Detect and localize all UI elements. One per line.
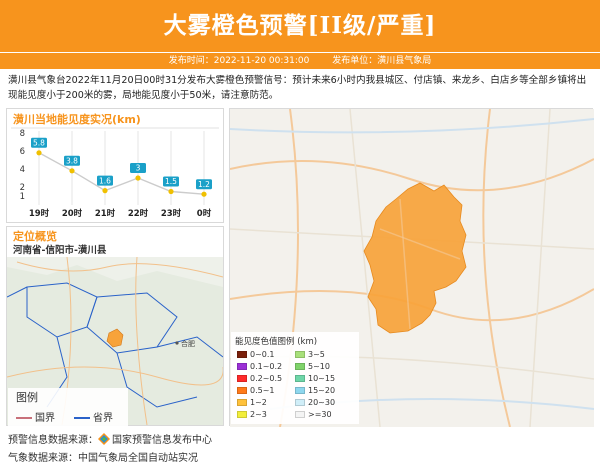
- legend-label: 0.1~0.2: [250, 362, 283, 371]
- legend-label: 0~0.1: [250, 350, 275, 359]
- data-label: 3: [136, 164, 141, 173]
- data-label: 1.6: [99, 176, 111, 185]
- legend-item: 20~30: [295, 398, 335, 407]
- legend-swatch: [237, 387, 247, 394]
- legend-item: 0.5~1: [237, 386, 275, 395]
- y-tick-label: 6: [20, 147, 25, 157]
- data-label: 1.5: [165, 177, 177, 186]
- legend-swatch: [237, 363, 247, 370]
- page-title: 大雾橙色预警[II级/严重]: [163, 12, 437, 39]
- legend-swatch: [295, 363, 305, 370]
- location-region: 河南省-信阳市-潢川县: [13, 245, 107, 256]
- city-label-hefei: 合肥: [181, 339, 195, 348]
- legend-swatch: [237, 411, 247, 418]
- legend-item: 0.2~0.5: [237, 374, 282, 383]
- legend-label: >=30: [308, 410, 332, 419]
- warning-source: 预警信息数据来源： 国家预警信息发布中心: [8, 433, 212, 446]
- y-tick-label: 4: [20, 165, 25, 175]
- legend-label: 2~3: [250, 410, 267, 419]
- data-sources: 预警信息数据来源： 国家预警信息发布中心 气象数据来源：中国气象局全国自动站实况: [8, 432, 212, 468]
- meta-bar: 发布时间：2022-11-20 00:31:00 发布单位：潢川县气象局: [0, 53, 600, 69]
- data-point: [36, 150, 42, 156]
- data-point: [168, 188, 174, 195]
- x-tick-label: 20时: [62, 208, 83, 219]
- x-tick-label: 0时: [197, 208, 212, 219]
- legend-item: >=30: [295, 410, 332, 419]
- x-tick-label: 22时: [128, 208, 149, 219]
- chart-title: 潢川当地能见度实况(km): [13, 112, 141, 126]
- visibility-chart: 潢川当地能见度实况(km) 864215.819时3.820时1.621时322…: [11, 112, 219, 219]
- data-label: 5.8: [33, 139, 45, 148]
- y-tick-label: 1: [20, 192, 25, 202]
- legend-item: 3~5: [295, 350, 325, 359]
- legend-label: 0.5~1: [250, 386, 275, 395]
- location-legend: 图例 国界 省界: [8, 388, 128, 426]
- legend-national-border: 国界: [16, 409, 55, 424]
- x-tick-label: 21时: [95, 208, 116, 219]
- x-tick-label: 19时: [29, 208, 50, 219]
- legend-swatch: [237, 375, 247, 382]
- legend-label: 3~5: [308, 350, 325, 359]
- data-label: 1.2: [198, 180, 210, 189]
- legend-swatch: [295, 375, 305, 382]
- legend-swatch: [295, 411, 305, 418]
- location-legend-title: 图例: [16, 391, 38, 404]
- visibility-line: [38, 152, 205, 195]
- warning-description: 潢川县气象台2022年11月20日00时31分发布大雾橙色预警信号：预计未来6小…: [8, 75, 587, 101]
- legend-swatch: [295, 399, 305, 406]
- visibility-panel: 潢川当地能见度实况(km) 8 6 4 2 1 5.8 19时 3.8 20时 1.6 21时 3 22…: [6, 108, 224, 223]
- data-point: [201, 191, 207, 197]
- warning-center-logo-icon: [98, 433, 110, 445]
- national-border-swatch: [16, 417, 32, 419]
- legend-label: 5~10: [308, 362, 330, 371]
- data-point: [102, 188, 108, 194]
- legend-swatch: [237, 351, 247, 358]
- legend-item: 0~0.1: [237, 350, 275, 359]
- visibility-legend: 能见度色值图例 (km) 0~0.1 3~5 0.1~0.2 5~10 0.2~0.5 1…: [231, 332, 359, 424]
- legend-item: 0.1~0.2: [237, 362, 282, 371]
- data-point: [135, 175, 141, 181]
- legend-item: 10~15: [295, 374, 335, 383]
- province-border-swatch: [74, 417, 90, 419]
- data-label: 3.8: [66, 157, 78, 166]
- legend-item: 15~20: [295, 386, 335, 395]
- visibility-legend-title: 能见度色值图例 (km): [235, 337, 318, 347]
- legend-province-border: 省界: [74, 409, 113, 424]
- legend-label: 0.2~0.5: [250, 374, 283, 383]
- legend-item: 1~2: [237, 398, 267, 407]
- weather-source: 气象数据来源：中国气象局全国自动站实况: [8, 453, 198, 464]
- data-point: [69, 168, 75, 174]
- x-tick-label: 23时: [161, 208, 182, 219]
- header-bar: 大雾橙色预警[II级/严重]: [0, 0, 600, 52]
- legend-label: 20~30: [308, 398, 336, 407]
- legend-item: 2~3: [237, 410, 267, 419]
- legend-item: 5~10: [295, 362, 330, 371]
- legend-swatch: [295, 387, 305, 394]
- legend-label: 15~20: [308, 386, 336, 395]
- legend-label: 10~15: [308, 374, 336, 383]
- y-tick-label: 8: [20, 129, 25, 139]
- legend-swatch: [295, 351, 305, 358]
- legend-label: 1~2: [250, 398, 267, 407]
- legend-swatch: [237, 399, 247, 406]
- publish-unit: 发布单位：潢川县气象局: [332, 56, 432, 66]
- publish-time: 发布时间：2022-11-20 00:31:00: [168, 56, 310, 66]
